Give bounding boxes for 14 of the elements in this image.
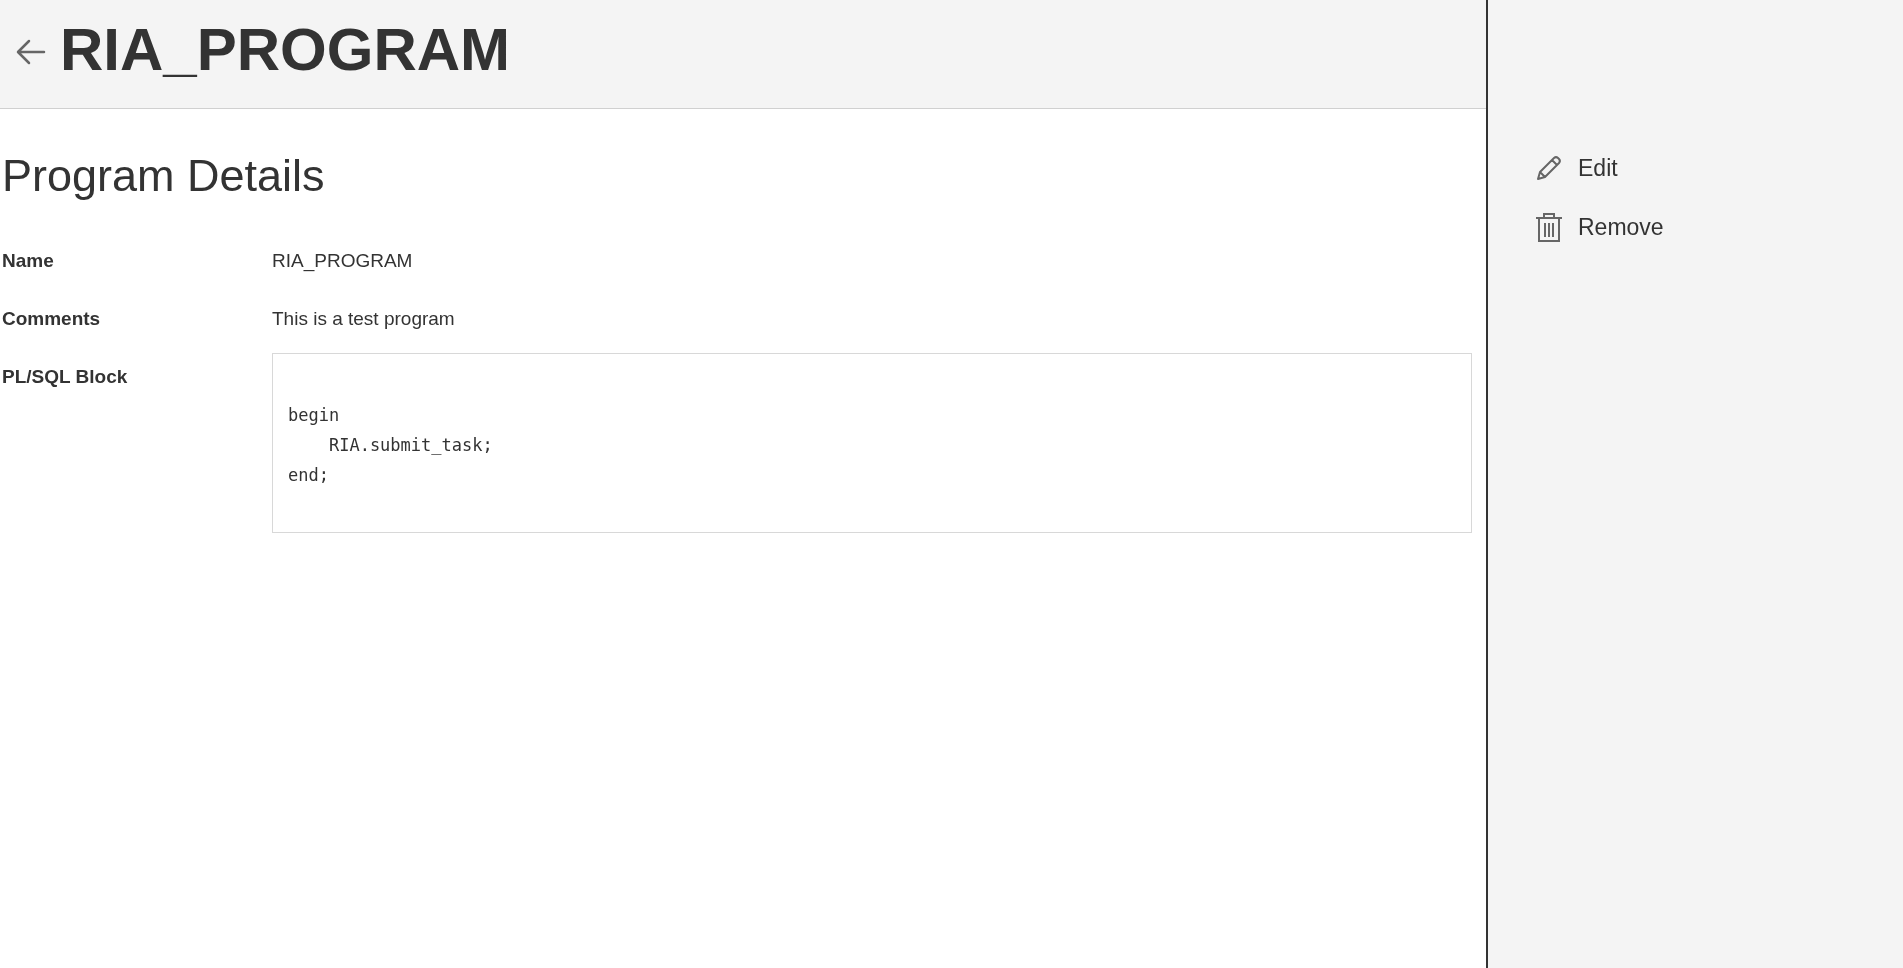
- trash-icon: [1534, 211, 1564, 243]
- code-line: RIA.submit_task;: [327, 434, 493, 457]
- field-value: This is a test program: [272, 307, 456, 331]
- field-label: Comments: [2, 307, 102, 331]
- field-label: Name: [2, 249, 55, 273]
- section-title: Program Details: [2, 149, 326, 203]
- page-title: RIA_PROGRAM: [60, 20, 511, 80]
- pencil-icon: [1534, 153, 1564, 183]
- field-label: PL/SQL Block: [2, 365, 129, 389]
- code-line: end;: [288, 464, 329, 487]
- code-line: begin: [288, 404, 340, 427]
- remove-link[interactable]: Remove: [1534, 211, 1664, 243]
- edit-link[interactable]: Edit: [1534, 153, 1618, 183]
- field-value: RIA_PROGRAM: [272, 249, 414, 273]
